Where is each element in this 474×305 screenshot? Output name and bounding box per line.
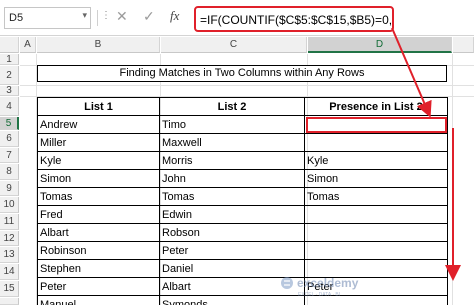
data-table: List 1 List 2 Presence in List 2 Andrew … <box>37 97 448 305</box>
row-header-6[interactable]: 6 <box>0 131 19 147</box>
column-header-a[interactable]: A <box>20 37 36 53</box>
table-row: Tomas Tomas Tomas <box>37 187 448 206</box>
row-header-1[interactable]: 1 <box>0 54 19 65</box>
table-row: Simon John Simon <box>37 169 448 188</box>
cell-list-2[interactable]: Symonds <box>159 295 305 305</box>
row-header-12[interactable]: 12 <box>0 231 19 246</box>
cell-list-1[interactable]: Andrew <box>37 115 160 134</box>
table-row: Miller Maxwell <box>37 133 448 152</box>
table-row: Andrew Timo <box>37 115 448 134</box>
header-list-2[interactable]: List 2 <box>159 97 305 116</box>
cell-list-2[interactable]: Albart <box>159 277 305 296</box>
cell-presence-active[interactable] <box>304 115 448 134</box>
cell-list-1[interactable]: Kyle <box>37 151 160 170</box>
table-row: Peter Albart Peter <box>37 277 448 296</box>
cell-list-1[interactable]: Manuel <box>37 295 160 305</box>
cell-presence[interactable] <box>304 295 448 305</box>
worksheet-grid[interactable]: Finding Matches in Two Columns within An… <box>20 54 474 305</box>
cell-list-1[interactable]: Robinson <box>37 241 160 260</box>
formula-bar-divider <box>97 10 98 26</box>
sheet-title[interactable]: Finding Matches in Two Columns within An… <box>37 65 447 82</box>
name-box-value: D5 <box>9 12 24 24</box>
gridline <box>452 54 453 305</box>
cell-presence[interactable] <box>304 205 448 224</box>
cell-presence[interactable] <box>304 259 448 278</box>
cell-presence[interactable] <box>304 133 448 152</box>
cell-list-2[interactable]: Morris <box>159 151 305 170</box>
cell-list-2[interactable]: Tomas <box>159 187 305 206</box>
chevron-down-icon[interactable]: ▾ <box>82 10 87 21</box>
insert-function-icon[interactable]: fx <box>170 9 179 22</box>
row-header-7[interactable]: 7 <box>0 148 19 163</box>
cell-list-1[interactable]: Fred <box>37 205 160 224</box>
table-row: Kyle Morris Kyle <box>37 151 448 170</box>
cell-list-1[interactable]: Stephen <box>37 259 160 278</box>
cell-list-2[interactable]: Peter <box>159 241 305 260</box>
cell-list-1[interactable]: Miller <box>37 133 160 152</box>
gridline <box>20 85 474 86</box>
more-options-icon[interactable]: ⋮ <box>101 11 111 21</box>
cell-presence[interactable]: Kyle <box>304 151 448 170</box>
row-header-10[interactable]: 10 <box>0 197 19 213</box>
row-header-15[interactable]: 15 <box>0 281 19 297</box>
row-header-16[interactable] <box>0 298 19 305</box>
cell-list-2[interactable]: Edwin <box>159 205 305 224</box>
cell-list-2[interactable]: Maxwell <box>159 133 305 152</box>
column-header-e[interactable] <box>453 37 474 53</box>
cell-presence[interactable]: Tomas <box>304 187 448 206</box>
column-header-c[interactable]: C <box>161 37 307 53</box>
cell-presence[interactable] <box>304 223 448 242</box>
cell-list-1[interactable]: Albart <box>37 223 160 242</box>
row-header-9[interactable]: 9 <box>0 181 19 196</box>
table-row: Stephen Daniel <box>37 259 448 278</box>
cell-list-1[interactable]: Peter <box>37 277 160 296</box>
name-box[interactable]: D5 ▾ <box>4 7 91 29</box>
row-header-14[interactable]: 14 <box>0 264 19 280</box>
row-header-5[interactable]: 5 <box>0 117 19 130</box>
table-row: Fred Edwin <box>37 205 448 224</box>
cancel-icon[interactable]: ✕ <box>116 9 128 23</box>
cell-list-1[interactable]: Tomas <box>37 187 160 206</box>
cell-list-2[interactable]: Daniel <box>159 259 305 278</box>
cell-presence[interactable]: Peter <box>304 277 448 296</box>
cell-list-1[interactable]: Simon <box>37 169 160 188</box>
column-header-d[interactable]: D <box>308 37 452 53</box>
formula-bar: D5 ▾ ⋮ ✕ ✓ fx =IF(COUNTIF($C$5:$C$15,$B5… <box>0 0 474 36</box>
row-header-4[interactable]: 4 <box>0 97 19 116</box>
select-all-corner[interactable] <box>0 37 19 53</box>
row-header-8[interactable]: 8 <box>0 164 19 180</box>
row-header-3[interactable]: 3 <box>0 86 19 96</box>
formula-input[interactable]: =IF(COUNTIF($C$5:$C$15,$B5)=0,"",$B5) <box>194 6 394 32</box>
table-row: Albart Robson <box>37 223 448 242</box>
header-list-1[interactable]: List 1 <box>37 97 160 116</box>
row-header-2[interactable]: 2 <box>0 66 19 85</box>
row-header-13[interactable]: 13 <box>0 247 19 263</box>
table-row: Manuel Symonds <box>37 295 448 305</box>
row-header-11[interactable]: 11 <box>0 214 19 230</box>
cell-list-2[interactable]: Timo <box>159 115 305 134</box>
cell-list-2[interactable]: John <box>159 169 305 188</box>
column-header-b[interactable]: B <box>37 37 160 53</box>
cell-list-2[interactable]: Robson <box>159 223 305 242</box>
cell-presence[interactable]: Simon <box>304 169 448 188</box>
cell-presence[interactable] <box>304 241 448 260</box>
header-presence[interactable]: Presence in List 2 <box>304 97 448 116</box>
enter-icon[interactable]: ✓ <box>143 9 155 23</box>
table-row: Robinson Peter <box>37 241 448 260</box>
